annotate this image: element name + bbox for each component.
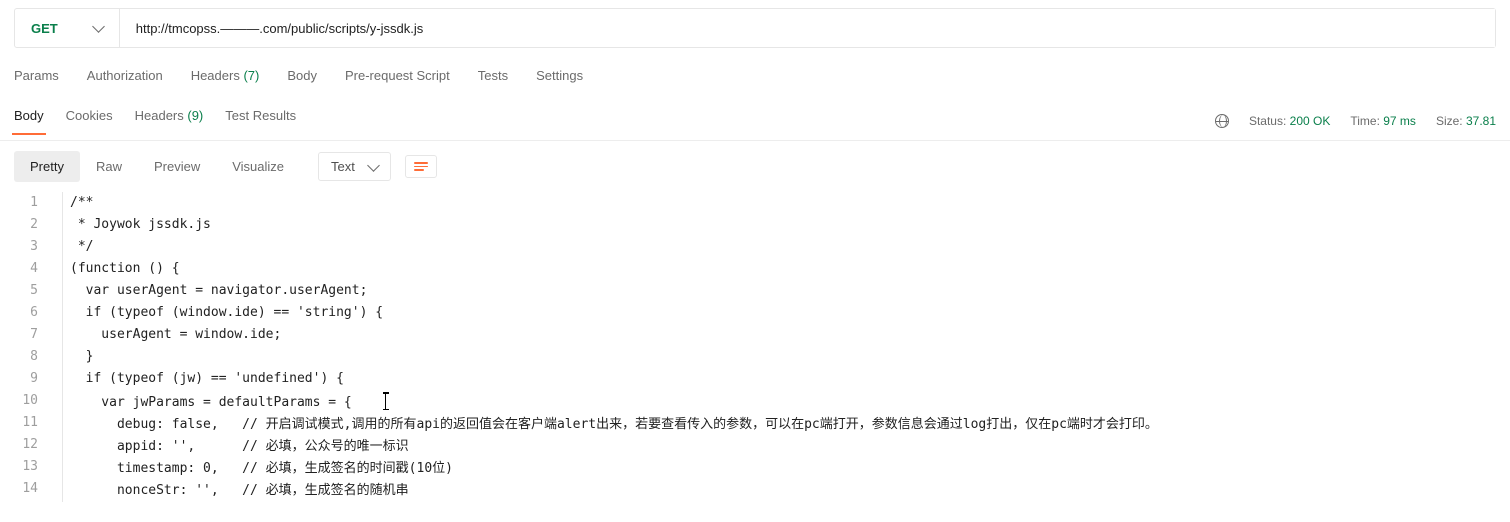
- code-line: }: [62, 346, 1504, 368]
- line-number: 1: [0, 192, 44, 214]
- line-number: 2: [0, 214, 44, 236]
- code-line: if (typeof (jw) == 'undefined') {: [62, 368, 1504, 390]
- code-line: var userAgent = navigator.userAgent;: [62, 280, 1504, 302]
- chevron-down-icon: [92, 20, 105, 33]
- code-line: (function () {: [62, 258, 1504, 280]
- view-visualize[interactable]: Visualize: [216, 151, 300, 182]
- view-raw[interactable]: Raw: [80, 151, 138, 182]
- code-line: var jwParams = defaultParams = {: [62, 390, 1504, 414]
- time-label: Time:: [1350, 114, 1380, 128]
- response-tabs: Body Cookies Headers (9) Test Results: [14, 108, 296, 134]
- line-number: 7: [0, 324, 44, 346]
- status-block: Status: 200 OK: [1249, 114, 1330, 128]
- time-value: 97 ms: [1383, 114, 1416, 128]
- resp-headers-label: Headers: [135, 108, 184, 123]
- tab-resp-cookies[interactable]: Cookies: [66, 108, 113, 134]
- size-block: Size: 37.81: [1436, 114, 1496, 128]
- tab-resp-headers[interactable]: Headers (9): [135, 108, 204, 134]
- method-label: GET: [31, 21, 58, 36]
- size-value: 37.81: [1466, 114, 1496, 128]
- line-number: 5: [0, 280, 44, 302]
- line-number: 4: [0, 258, 44, 280]
- tab-params[interactable]: Params: [14, 68, 59, 83]
- line-number: 9: [0, 368, 44, 390]
- time-block: Time: 97 ms: [1350, 114, 1416, 128]
- text-cursor-icon: [385, 393, 386, 409]
- line-number: 10: [0, 390, 44, 412]
- wrap-icon: [414, 162, 428, 171]
- chevron-down-icon: [367, 159, 380, 172]
- line-gutter: 1234567891011121314: [0, 192, 56, 502]
- status-value: 200 OK: [1290, 114, 1331, 128]
- line-number: 11: [0, 412, 44, 434]
- line-number: 3: [0, 236, 44, 258]
- response-header: Body Cookies Headers (9) Test Results St…: [0, 101, 1510, 141]
- tab-body[interactable]: Body: [287, 68, 317, 83]
- tab-authorization[interactable]: Authorization: [87, 68, 163, 83]
- code-line: appid: '', // 必填，公众号的唯一标识: [62, 436, 1504, 458]
- headers-count: (7): [243, 68, 259, 83]
- wrap-lines-button[interactable]: [405, 155, 437, 178]
- code-line: nonceStr: '', // 必填，生成签名的随机串: [62, 480, 1504, 502]
- code-line: userAgent = window.ide;: [62, 324, 1504, 346]
- code-viewer[interactable]: 1234567891011121314 /** * Joywok jssdk.j…: [0, 192, 1510, 502]
- code-lines: /** * Joywok jssdk.js */(function () { v…: [56, 192, 1510, 502]
- format-label: Text: [331, 159, 355, 174]
- code-line: * Joywok jssdk.js: [62, 214, 1504, 236]
- size-label: Size:: [1436, 114, 1463, 128]
- tab-prerequest[interactable]: Pre-request Script: [345, 68, 450, 83]
- request-tabs: Params Authorization Headers (7) Body Pr…: [0, 68, 1510, 101]
- resp-headers-count: (9): [187, 108, 203, 123]
- view-mode-group: Pretty Raw Preview Visualize: [14, 151, 300, 182]
- line-number: 12: [0, 434, 44, 456]
- response-toolbar: Pretty Raw Preview Visualize Text: [0, 141, 1510, 192]
- tab-resp-body[interactable]: Body: [14, 108, 44, 134]
- format-selector[interactable]: Text: [318, 152, 391, 181]
- code-line: /**: [62, 192, 1504, 214]
- url-input[interactable]: [120, 9, 1495, 47]
- line-number: 13: [0, 456, 44, 478]
- request-bar: GET: [14, 8, 1496, 48]
- status-label: Status:: [1249, 114, 1286, 128]
- view-preview[interactable]: Preview: [138, 151, 216, 182]
- code-line: */: [62, 236, 1504, 258]
- code-line: debug: false, // 开启调试模式,调用的所有api的返回值会在客户…: [62, 414, 1504, 436]
- line-number: 6: [0, 302, 44, 324]
- headers-label: Headers: [191, 68, 240, 83]
- tab-settings[interactable]: Settings: [536, 68, 583, 83]
- tab-headers[interactable]: Headers (7): [191, 68, 260, 83]
- status-area: Status: 200 OK Time: 97 ms Size: 37.81: [1215, 114, 1496, 128]
- line-number: 8: [0, 346, 44, 368]
- line-number: 14: [0, 478, 44, 500]
- globe-icon[interactable]: [1215, 114, 1229, 128]
- view-pretty[interactable]: Pretty: [14, 151, 80, 182]
- code-line: timestamp: 0, // 必填，生成签名的时间戳(10位): [62, 458, 1504, 480]
- tab-resp-test-results[interactable]: Test Results: [225, 108, 296, 134]
- tab-tests[interactable]: Tests: [478, 68, 508, 83]
- code-line: if (typeof (window.ide) == 'string') {: [62, 302, 1504, 324]
- method-selector[interactable]: GET: [15, 9, 120, 47]
